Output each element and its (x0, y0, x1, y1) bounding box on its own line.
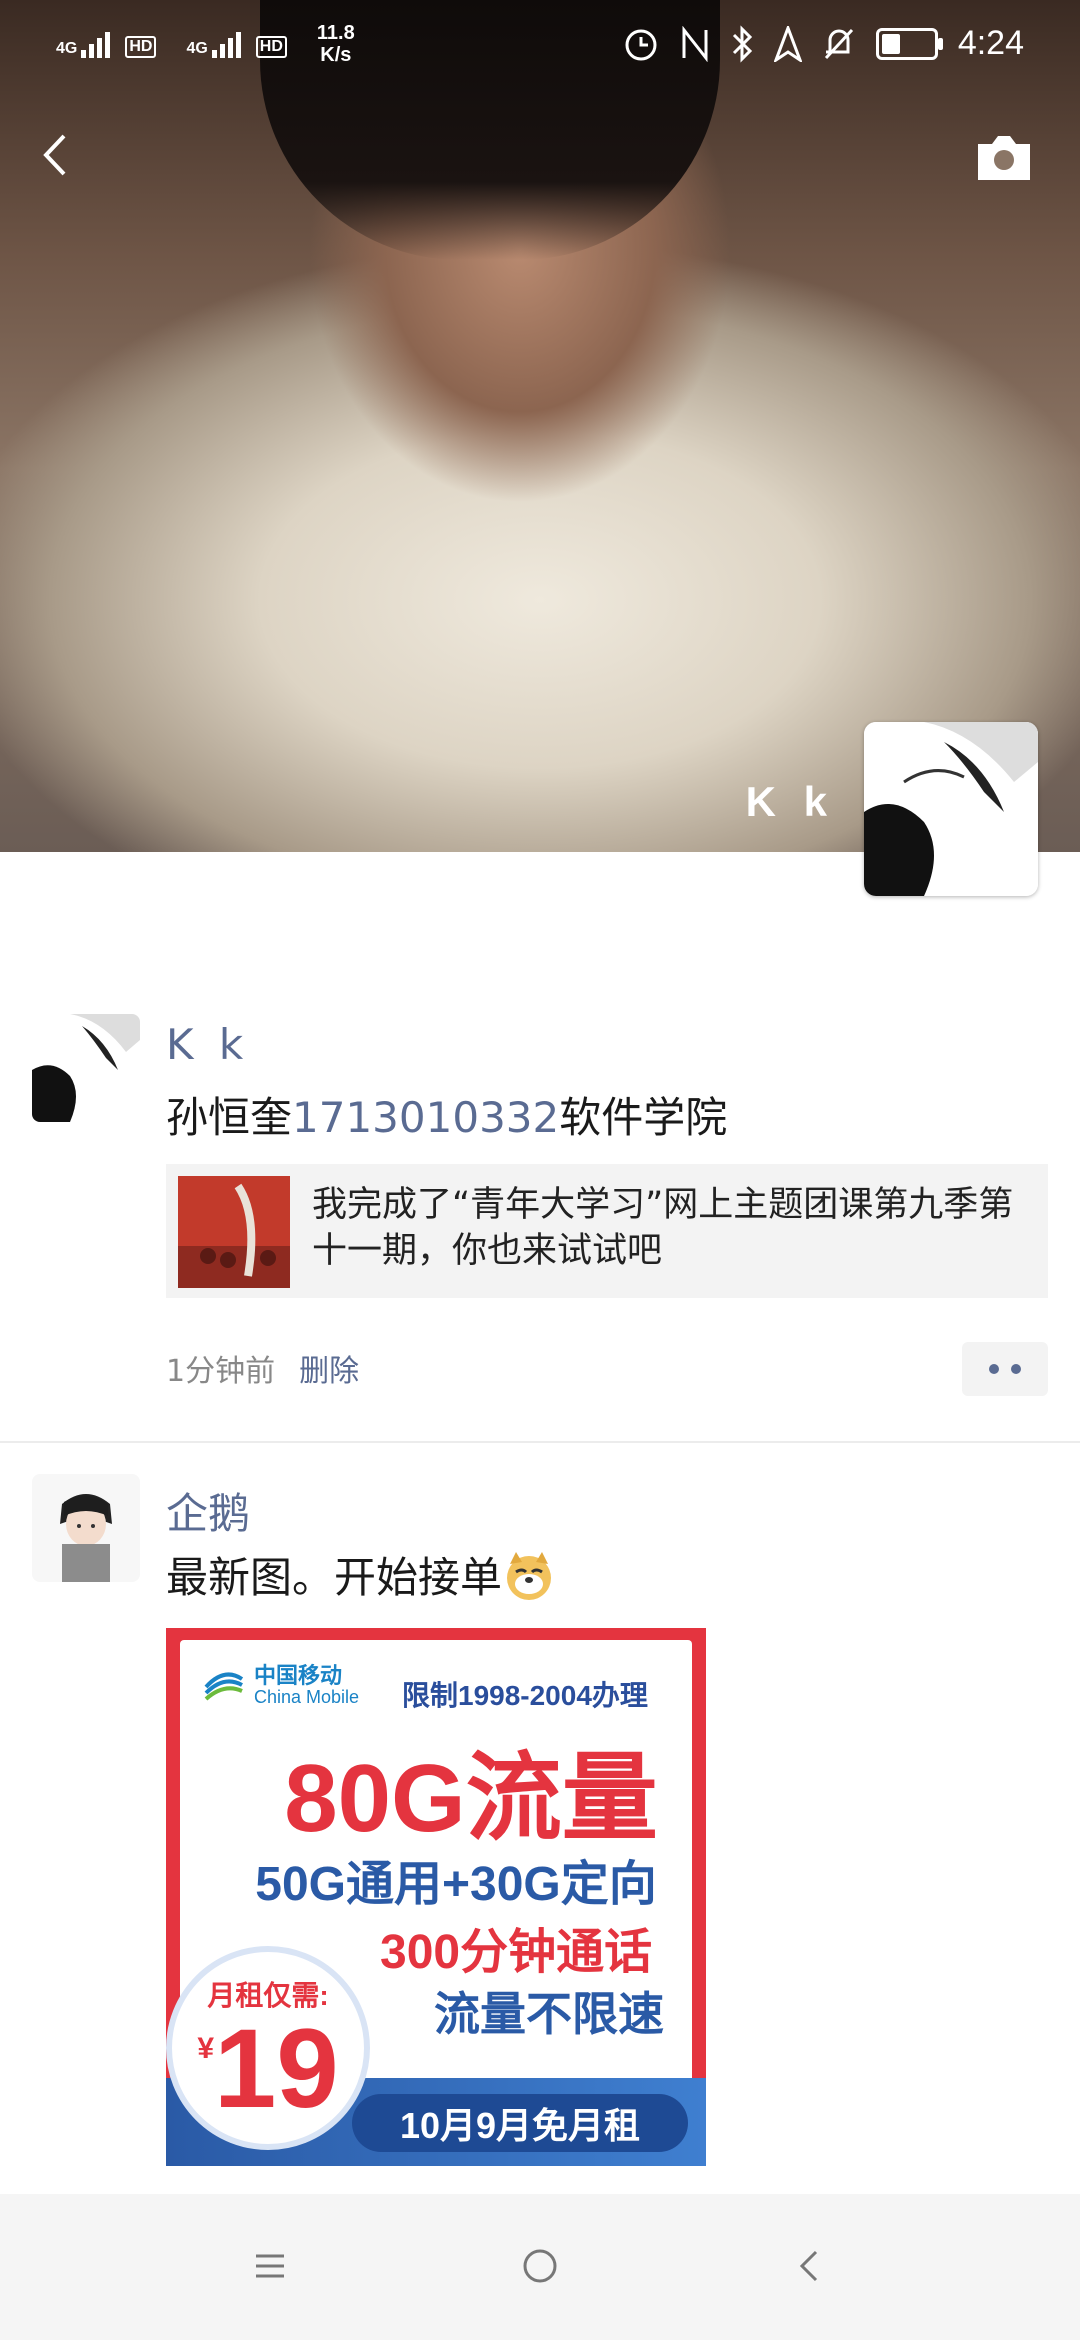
post-meta: 1分钟前 删除 (166, 1346, 359, 1390)
ad-band-text: 10月9月免月租 (352, 2094, 688, 2152)
menu-button[interactable] (240, 2236, 300, 2296)
post-avatar[interactable] (32, 1014, 140, 1122)
home-icon (523, 2249, 557, 2283)
signal-2: 4G HD (186, 30, 287, 58)
shared-link-thumbnail (178, 1176, 290, 1288)
bluetooth-icon (732, 24, 752, 63)
ad-price-badge: 月租仅需: ¥19 (166, 1946, 370, 2150)
post-text-suffix: 软件学院 (559, 1093, 728, 1142)
ad-line-2: 50G通用+30G定向 (255, 1858, 657, 1911)
post-time: 1分钟前 (166, 1354, 276, 1389)
post-text: 孙恒奎1713010332软件学院 (166, 1084, 727, 1145)
ad-price: 19 (214, 2006, 339, 2131)
shared-link-title: 我完成了“青年大学习”网上主题团课第九季第十一期，你也来试试吧 (312, 1185, 1014, 1271)
signal-1: 4G HD (56, 30, 157, 58)
post-text-body: 最新图。开始接单 (166, 1553, 503, 1602)
avatar-image (32, 1474, 140, 1582)
back-icon (799, 2250, 818, 2282)
delete-link[interactable]: 删除 (299, 1354, 359, 1389)
avatar-image (864, 722, 1038, 896)
post-divider (0, 1441, 1080, 1443)
back-arrow-icon (43, 134, 66, 176)
home-button[interactable] (510, 2236, 570, 2296)
post-text-prefix: 孙恒奎 (166, 1093, 293, 1142)
china-mobile-logo: 中国移动 China Mobile (202, 1664, 359, 1706)
cover-avatar[interactable] (864, 722, 1038, 896)
network-speed: 11.8 K/s (316, 22, 355, 66)
phone-number-link[interactable]: 1713010332 (292, 1093, 559, 1142)
system-nav-bar (0, 2194, 1080, 2340)
shared-link-card[interactable]: 我完成了“青年大学习”网上主题团课第九季第十一期，你也来试试吧 (166, 1164, 1048, 1298)
post-text: 最新图。开始接单 (166, 1544, 556, 1605)
battery-icon (875, 27, 943, 60)
ad-currency: ¥ (197, 2032, 215, 2065)
doge-emoji-icon (507, 1551, 552, 1600)
dot-icon (989, 1364, 999, 1374)
clock: 4:24 (957, 24, 1024, 62)
ad-headline: 80G流量 (284, 1745, 658, 1852)
mute-icon (824, 28, 853, 59)
menu-icon (256, 2254, 284, 2278)
ad-logo-zh: 中国移动 (254, 1663, 343, 1688)
location-icon (773, 25, 802, 62)
china-mobile-icon (204, 1672, 244, 1701)
post-image-ad[interactable]: 中国移动 China Mobile 限制1998-2004办理 80G流量 50… (166, 1628, 706, 2166)
status-bar: 4G HD 4G HD 11.8 K/s 4:24 (0, 0, 1080, 90)
more-actions-button[interactable] (962, 1342, 1048, 1396)
signal-bars-icon (81, 32, 111, 58)
post-avatar[interactable] (32, 1474, 140, 1582)
ad-logo-en: China Mobile (254, 1687, 360, 1707)
signal-bars-icon (211, 32, 241, 58)
alarm-icon (625, 29, 657, 60)
camera-button[interactable] (972, 130, 1036, 186)
nav-back-button[interactable] (780, 2236, 840, 2296)
back-button[interactable] (34, 130, 84, 180)
camera-icon (978, 136, 1030, 180)
dot-icon (1011, 1364, 1021, 1374)
post-author[interactable]: 企鹅 (166, 1480, 250, 1541)
nfc-icon (682, 25, 708, 62)
post-author[interactable]: K k (166, 1020, 249, 1069)
avatar-image (32, 1014, 140, 1122)
cover-username: K k (745, 778, 835, 825)
ad-limit-text: 限制1998-2004办理 (402, 1680, 648, 1711)
